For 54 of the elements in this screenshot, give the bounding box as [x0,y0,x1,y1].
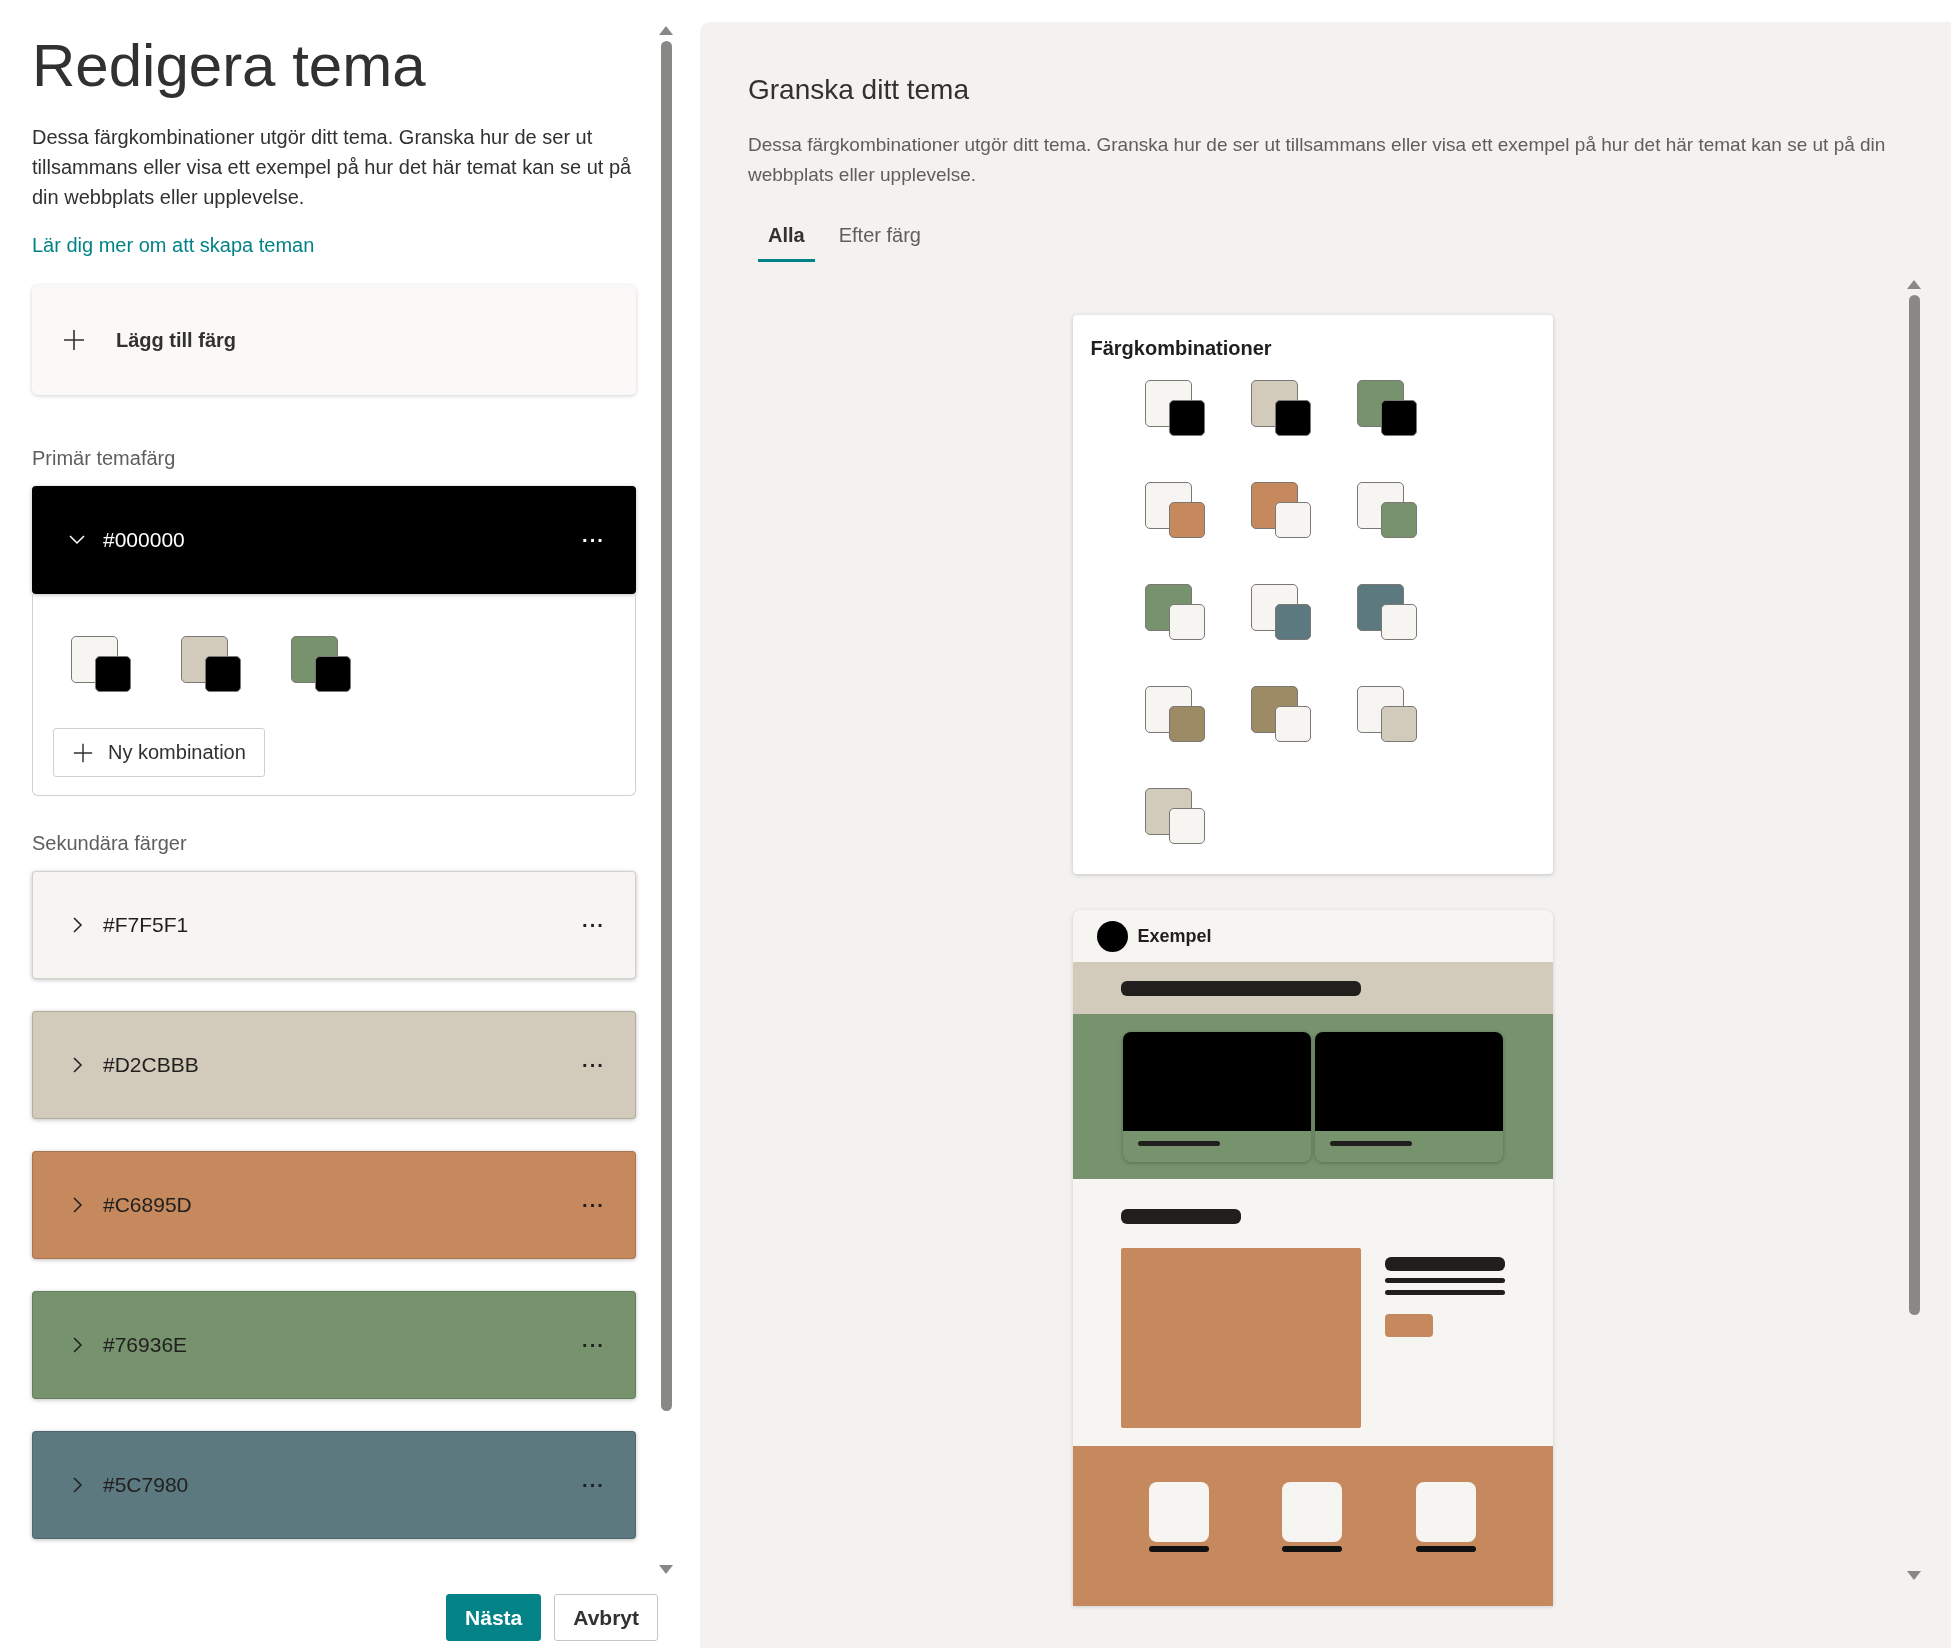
cancel-button[interactable]: Avbryt [554,1594,658,1641]
color-combination-icon[interactable] [1356,584,1417,640]
tab[interactable]: Efter färg [828,220,931,262]
learn-more-link[interactable]: Lär dig mer om att skapa teman [32,234,315,257]
more-options-button[interactable]: ··· [582,1193,605,1217]
color-hex: #76936E [103,1333,189,1357]
color-combination-icon[interactable] [1144,482,1205,538]
more-options-button[interactable]: ··· [582,528,605,552]
color-combination-icon[interactable] [1250,584,1311,640]
more-options-button[interactable]: ··· [582,1053,605,1077]
preview-title: Granska ditt tema [748,74,970,106]
color-combination-icon[interactable] [1356,380,1417,436]
logo-circle-icon [1096,920,1128,952]
color-row[interactable]: #76936E ··· [32,1291,636,1399]
tab[interactable]: Alla [758,220,815,262]
more-options-button[interactable]: ··· [582,1333,605,1357]
next-button[interactable]: Nästa [446,1594,542,1641]
color-combination-icon[interactable] [1144,686,1205,742]
scrollbar[interactable] [659,26,673,1574]
color-row[interactable]: #F7F5F1 ··· [32,871,636,979]
color-row[interactable]: #5C7980 ··· [32,1431,636,1539]
color-combination-icon[interactable] [1144,584,1205,640]
section-label: Sekundära färger [32,832,188,855]
more-options-button[interactable]: ··· [582,1473,605,1497]
color-hex: #C6895D [103,1193,193,1217]
color-combination-icon[interactable] [1356,686,1417,742]
card-title: Färgkombinationer [1090,337,1273,360]
page-title: Redigera tema [32,31,427,101]
add-color-button[interactable]: Lägg till färg [32,285,636,395]
color-combination-icon[interactable] [1250,482,1311,538]
plus-icon [72,741,94,764]
color-hex: #F7F5F1 [103,913,190,937]
color-combination-icon[interactable] [71,636,131,692]
card-title: Exempel [1137,925,1212,947]
color-combination-icon[interactable] [1144,380,1205,436]
color-hex: #D2CBBB [103,1053,200,1077]
description-text: Dessa färgkombinationer utgör ditt tema. Granska hur de ser ut tillsammans eller visa ett exempel på hur det här temat kan se ut på din webbplats eller upplevelse. [748,133,1887,187]
color-row[interactable]: #C6895D ··· [32,1151,636,1259]
plus-icon [62,328,86,352]
color-combination-icon[interactable] [181,636,241,692]
color-row[interactable]: #D2CBBB ··· [32,1011,636,1119]
color-combination-icon[interactable] [1356,482,1417,538]
color-combination-icon[interactable] [1144,788,1205,844]
color-row[interactable]: #000000 ··· [32,486,636,594]
color-combination-icon[interactable] [1250,686,1311,742]
description-text: Dessa färgkombinationer utgör ditt tema. Granska hur de ser ut tillsammans eller visa ett exempel på hur det här temat kan se ut på din webbplats eller upplevelse. [32,125,633,210]
color-hex: #000000 [103,528,186,552]
color-combination-icon[interactable] [291,636,351,692]
color-hex: #5C7980 [103,1473,190,1497]
new-combination-button[interactable]: Ny kombination [53,728,265,777]
color-combination-icon[interactable] [1250,380,1311,436]
more-options-button[interactable]: ··· [582,913,605,937]
section-label: Primär temafärg [32,447,177,470]
scrollbar[interactable] [1907,280,1921,1580]
